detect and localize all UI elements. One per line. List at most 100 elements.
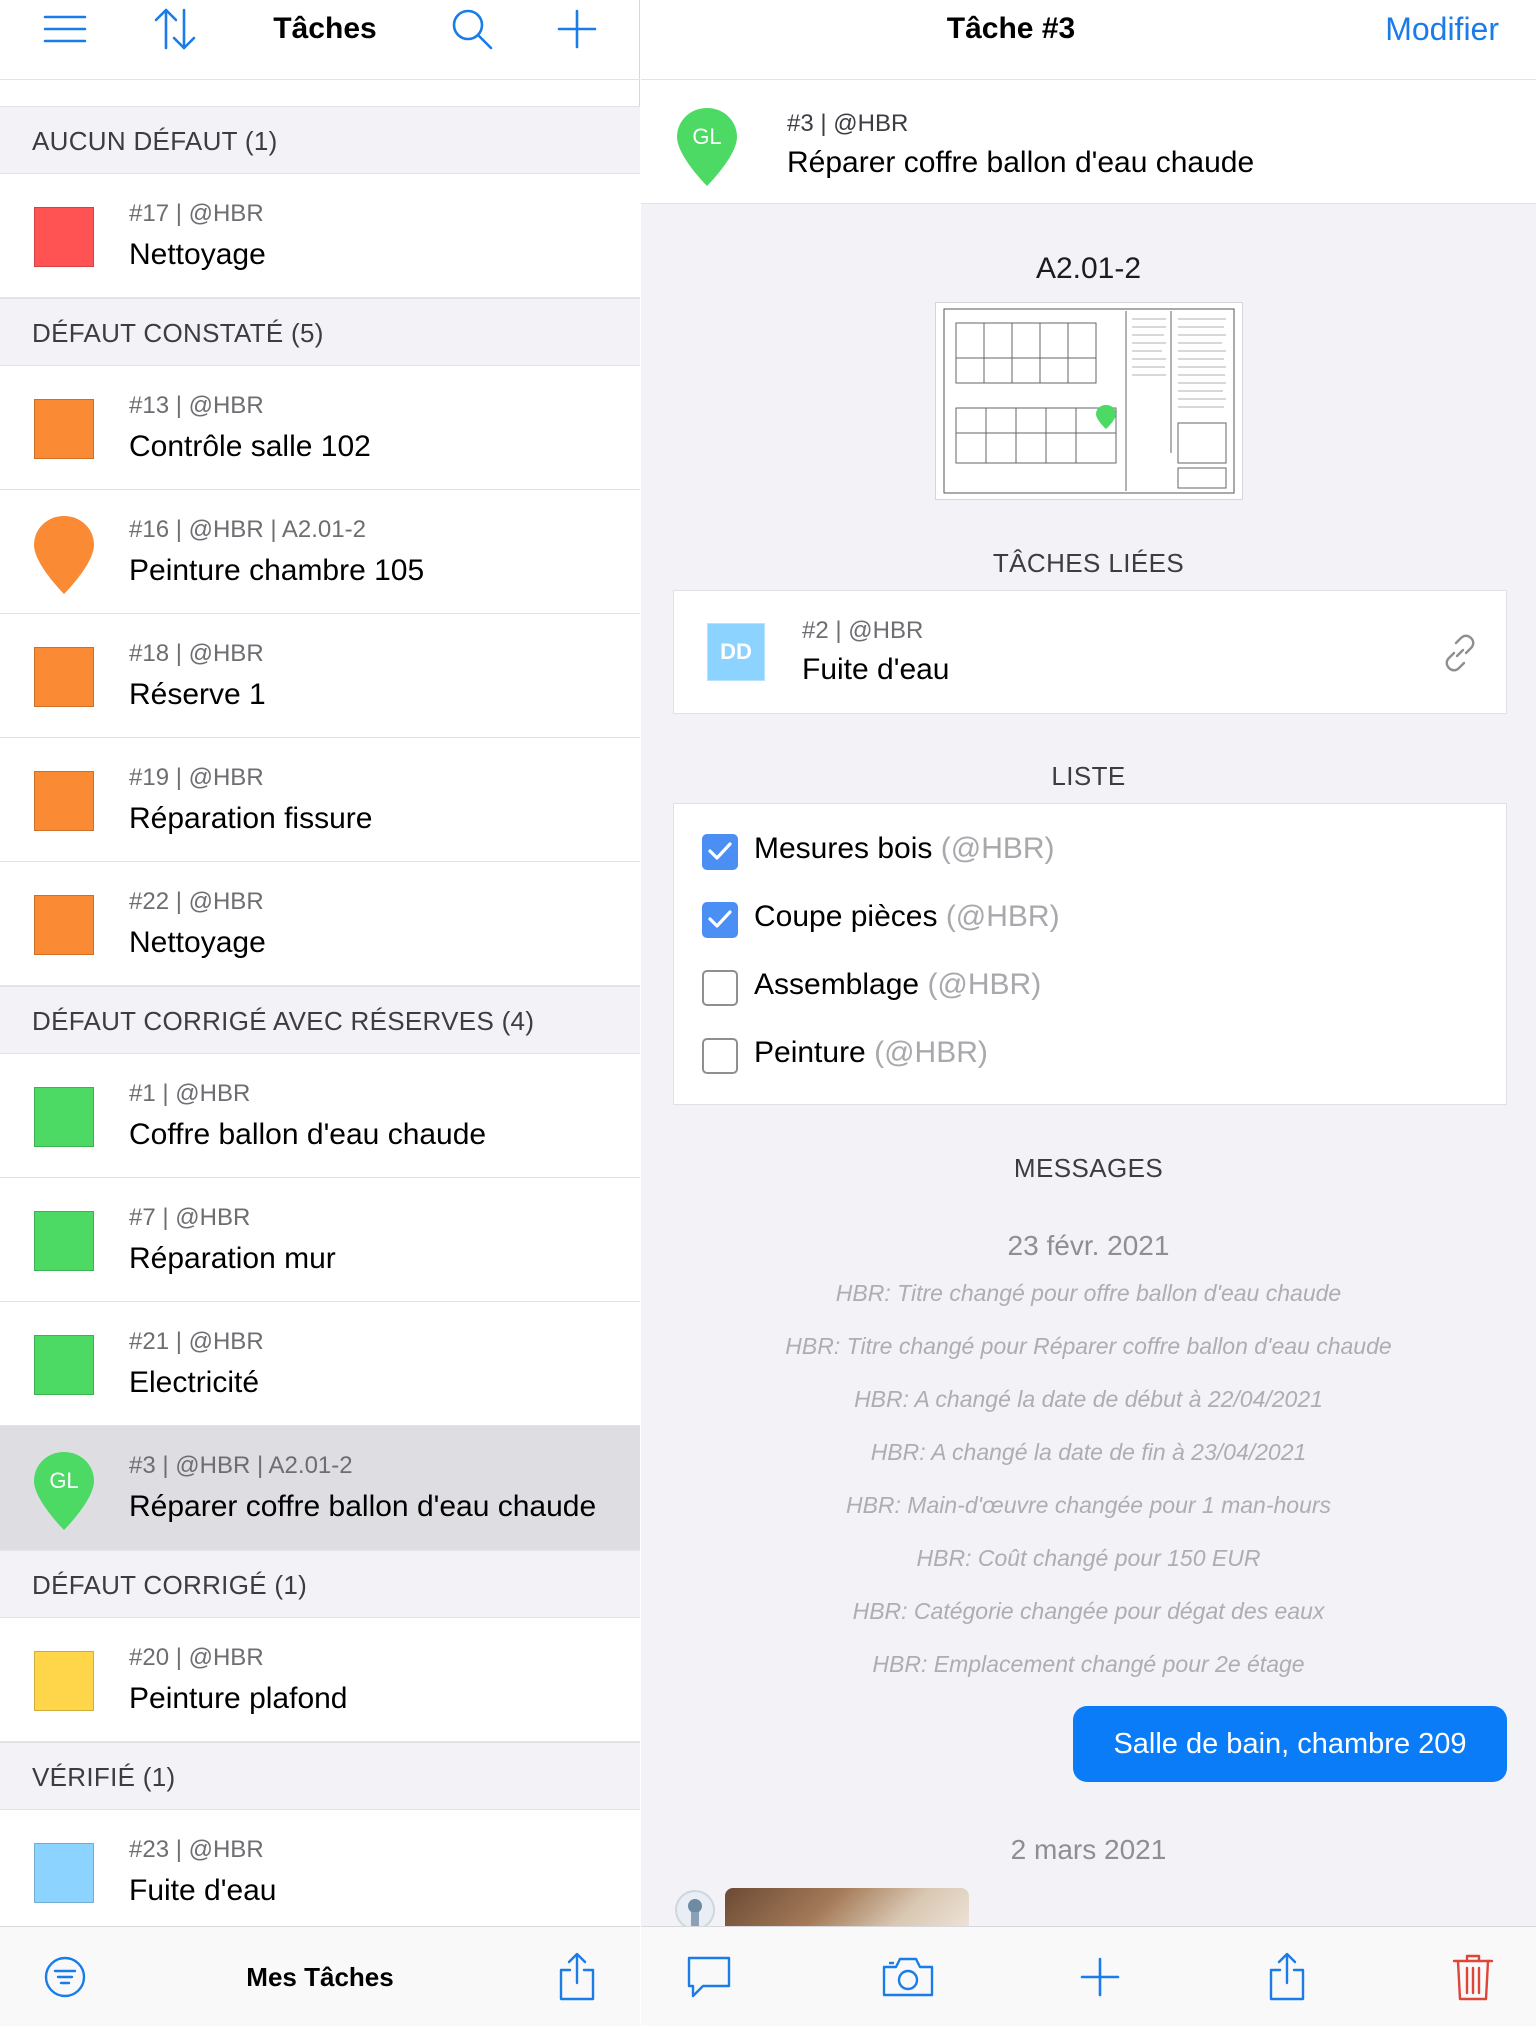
checkmark-icon [708,842,732,860]
status-color-swatch [34,1335,94,1395]
linked-task-row[interactable]: DD #2 | @HBR Fuite d'eau [673,590,1507,714]
share-icon[interactable] [1247,1927,1327,2026]
task-title: Réserve 1 [129,678,266,711]
checklist-item[interactable]: Peinture (@HBR) [674,1022,1506,1090]
message-bubble[interactable]: Salle de bain, chambre 209 [1073,1706,1507,1782]
task-title: Nettoyage [129,926,266,959]
task-meta: #22 | @HBR [129,888,264,915]
checklist-heading: LISTE [1051,761,1126,791]
share-icon[interactable] [537,1927,617,2026]
pin-initials: GL [692,124,721,149]
task-meta: #18 | @HBR [129,640,264,667]
task-title: Fuite d'eau [129,1874,277,1907]
task-meta: #19 | @HBR [129,764,264,791]
checklist-item-text: Assemblage (@HBR) [754,968,1041,1002]
task-row[interactable]: #20 | @HBR Peinture plafond [0,1618,640,1742]
page-title: Tâches [273,12,377,45]
task-meta: #17 | @HBR [129,200,264,227]
add-button[interactable] [1060,1927,1140,2026]
checkmark-icon [708,910,732,928]
status-color-swatch [34,1087,94,1147]
task-row[interactable]: #18 | @HBR Réserve 1 [0,614,640,738]
checkbox[interactable] [702,970,738,1006]
comment-icon[interactable] [669,1927,749,2026]
checklist-item-assignee: (@HBR) [940,832,1055,865]
task-meta: #3 | @HBR [787,110,909,137]
linked-task-badge: DD [707,623,765,681]
task-detail-panel: Tâche #3 Modifier GL #3 | @HBR Réparer c… [641,0,1536,2026]
task-list-navbar: Tâches [0,0,640,80]
task-meta: #13 | @HBR [129,392,264,419]
section-header: DÉFAUT CORRIGÉ AVEC RÉSERVES (4) [0,986,640,1054]
task-meta: #1 | @HBR [129,1080,251,1107]
task-header: GL #3 | @HBR Réparer coffre ballon d'eau… [641,80,1536,204]
section-header: DÉFAUT CONSTATÉ (5) [0,298,640,366]
activity-log-entry: HBR: Emplacement changé pour 2e étage [872,1651,1305,1677]
task-list: AUCUN DÉFAUT (1) #17 | @HBR Nettoyage DÉFAU… [0,106,640,1934]
checkbox[interactable] [702,1038,738,1074]
status-color-swatch [34,399,94,459]
task-title: Coffre ballon d'eau chaude [129,1118,487,1151]
activity-log-entry: HBR: A changé la date de fin à 23/04/202… [870,1439,1307,1465]
task-detail-navbar: Tâche #3 Modifier [641,0,1536,80]
filter-icon[interactable] [25,1927,105,2026]
checklist-item-assignee: (@HBR) [945,900,1060,933]
checkbox-checked[interactable] [702,834,738,870]
sort-icon[interactable] [143,0,207,58]
checklist-item[interactable]: Mesures bois (@HBR) [674,818,1506,886]
trash-icon[interactable] [1433,1927,1513,2026]
checklist-item-assignee: (@HBR) [874,1036,988,1069]
status-color-swatch [34,771,94,831]
my-tasks-title[interactable]: Mes Tâches [200,1927,440,2026]
task-row[interactable]: #16 | @HBR | A2.01-2 Peinture chambre 105 [0,490,640,614]
checklist-item-label: Mesures bois [754,832,933,865]
task-meta: #3 | @HBR | A2.01-2 [129,1452,353,1479]
activity-log-entry: HBR: Coût changé pour 150 EUR [916,1545,1261,1571]
checklist-item-text: Mesures bois (@HBR) [754,832,1055,866]
task-row[interactable]: GL #3 | @HBR | A2.01-2 Réparer coffre ball… [0,1426,640,1550]
task-title: Peinture chambre 105 [129,554,425,587]
task-row[interactable]: #19 | @HBR Réparation fissure [0,738,640,862]
link-icon[interactable] [1438,631,1482,675]
task-row[interactable]: #23 | @HBR Fuite d'eau [0,1810,640,1934]
task-meta: #7 | @HBR [129,1204,251,1231]
task-row[interactable]: #13 | @HBR Contrôle salle 102 [0,366,640,490]
task-meta: #21 | @HBR [129,1328,264,1355]
checkbox-checked[interactable] [702,902,738,938]
activity-log-entry: HBR: A changé la date de début à 22/04/2… [854,1386,1323,1412]
task-row[interactable]: #1 | @HBR Coffre ballon d'eau chaude [0,1054,640,1178]
task-row[interactable]: #22 | @HBR Nettoyage [0,862,640,986]
task-detail-toolbar [641,1926,1536,2026]
status-color-swatch [34,1843,94,1903]
edit-button[interactable]: Modifier [1385,0,1499,58]
linked-task-title: Fuite d'eau [802,653,950,686]
message-date: 23 févr. 2021 [1007,1230,1170,1261]
task-detail-title: Tâche #3 [946,12,1076,45]
task-title: Réparer coffre ballon d'eau chaude [129,1490,597,1523]
linked-tasks-heading: TÂCHES LIÉES [992,548,1185,578]
task-row[interactable]: #21 | @HBR Electricité [0,1302,640,1426]
checklist-item-label: Peinture [754,1036,866,1069]
task-title: Electricité [129,1366,260,1399]
floor-plan-thumbnail[interactable] [935,302,1243,500]
task-row[interactable]: #7 | @HBR Réparation mur [0,1178,640,1302]
messages-heading: MESSAGES [1013,1153,1164,1183]
task-title: Réparation mur [129,1242,336,1275]
pin-initials: GL [49,1468,78,1493]
activity-log-entry: HBR: Titre changé pour offre ballon d'ea… [835,1280,1342,1306]
section-header: AUCUN DÉFAUT (1) [0,106,640,174]
task-row[interactable]: #17 | @HBR Nettoyage [0,174,640,298]
task-title: Contrôle salle 102 [129,430,371,463]
status-color-swatch [34,647,94,707]
user-avatar [675,1890,715,1930]
checklist-item[interactable]: Coupe pièces (@HBR) [674,886,1506,954]
add-task-button[interactable] [545,0,609,58]
search-icon[interactable] [440,0,504,58]
camera-icon[interactable] [868,1927,948,2026]
status-color-swatch [34,1211,94,1271]
activity-log-entry: HBR: Titre changé pour Réparer coffre ba… [785,1333,1392,1359]
task-title: Réparer coffre ballon d'eau chaude [787,146,1255,179]
checklist-item-text: Coupe pièces (@HBR) [754,900,1060,934]
checklist-item[interactable]: Assemblage (@HBR) [674,954,1506,1022]
menu-icon[interactable] [33,0,97,58]
